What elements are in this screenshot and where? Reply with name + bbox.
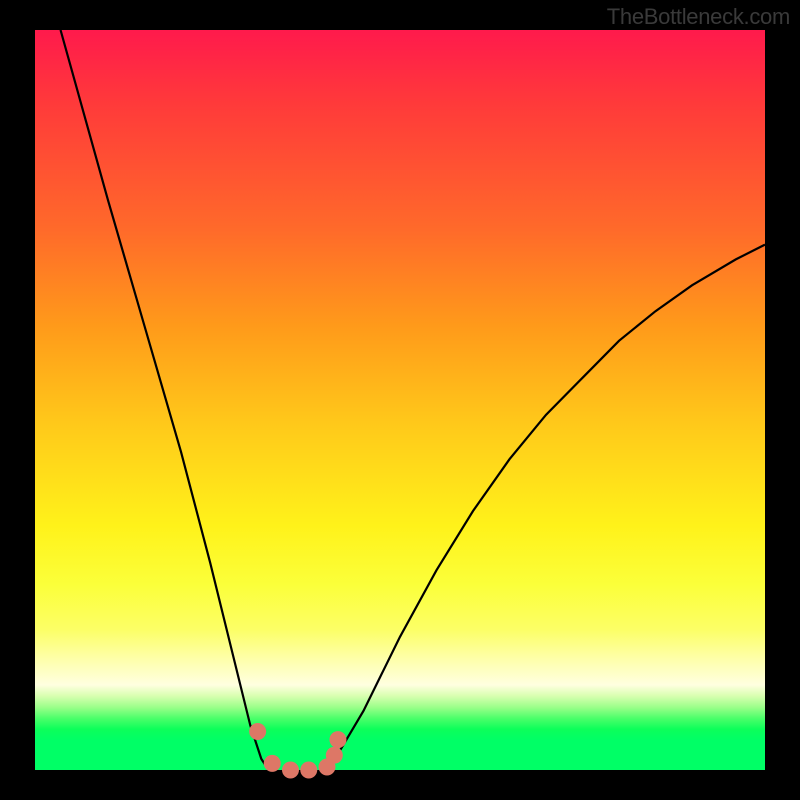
valley-marker — [329, 731, 346, 748]
chart-plot-area — [35, 30, 765, 770]
valley-marker — [282, 762, 299, 779]
chart-svg — [35, 30, 765, 770]
valley-marker — [249, 723, 266, 740]
curve-right-branch — [327, 245, 765, 770]
watermark-text: TheBottleneck.com — [607, 4, 790, 30]
curve-left-branch — [61, 30, 269, 770]
valley-marker-group — [249, 723, 346, 778]
valley-marker — [326, 747, 343, 764]
valley-marker — [300, 762, 317, 779]
valley-marker — [264, 755, 281, 772]
